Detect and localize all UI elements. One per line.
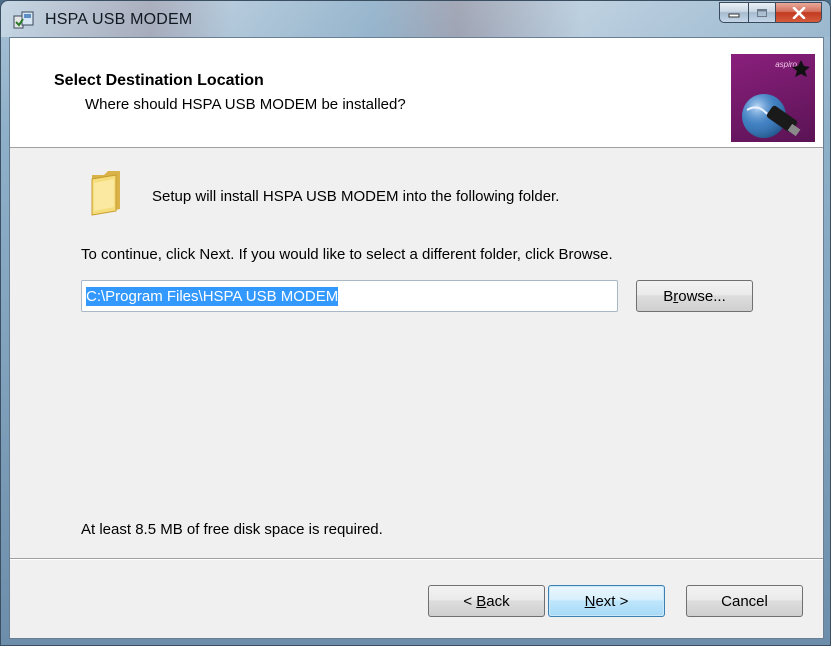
- back-label-post: ack: [486, 592, 510, 610]
- maximize-icon: [757, 8, 767, 17]
- page-title: Select Destination Location: [54, 72, 264, 89]
- installer-window: HSPA USB MODEM Select Destination Locati…: [0, 0, 831, 646]
- browse-button[interactable]: Br owse...: [636, 280, 753, 312]
- next-button[interactable]: Next >: [548, 585, 665, 617]
- disk-space-requirement: At least 8.5 MB of free disk space is re…: [81, 521, 383, 538]
- minimize-icon: [728, 13, 740, 17]
- setup-app-icon: [13, 10, 35, 30]
- page-subtitle: Where should HSPA USB MODEM be installed…: [85, 96, 406, 113]
- maximize-button[interactable]: [748, 2, 775, 23]
- minimize-button[interactable]: [719, 2, 748, 23]
- title-bar[interactable]: HSPA USB MODEM: [1, 1, 830, 37]
- caption-buttons: [719, 2, 822, 23]
- dialog-client-area: Select Destination Location Where should…: [9, 37, 824, 639]
- globe-usb-icon: [742, 60, 810, 138]
- footer-divider: [10, 558, 823, 560]
- back-label-accel: B: [476, 592, 487, 610]
- continue-instructions: To continue, click Next. If you would li…: [81, 246, 613, 263]
- browse-label-post: owse...: [678, 287, 726, 305]
- next-label-post: ext >: [595, 592, 629, 610]
- browse-label-pre: B: [663, 287, 674, 305]
- close-button[interactable]: [775, 2, 822, 23]
- back-label-pre: <: [463, 592, 477, 610]
- folder-icon: [86, 169, 126, 217]
- window-title: HSPA USB MODEM: [45, 11, 193, 28]
- back-button[interactable]: < Back: [428, 585, 545, 617]
- wizard-header-image: aspiro: [731, 54, 815, 142]
- close-icon: [792, 6, 805, 19]
- install-folder-intro: Setup will install HSPA USB MODEM into t…: [152, 188, 560, 205]
- cancel-button[interactable]: Cancel: [686, 585, 803, 617]
- destination-path-input[interactable]: C:\Program Files\HSPA USB MODEM: [81, 280, 618, 312]
- destination-path-value: C:\Program Files\HSPA USB MODEM: [86, 286, 339, 306]
- next-label-accel: N: [584, 592, 596, 610]
- wizard-header: Select Destination Location Where should…: [10, 38, 823, 148]
